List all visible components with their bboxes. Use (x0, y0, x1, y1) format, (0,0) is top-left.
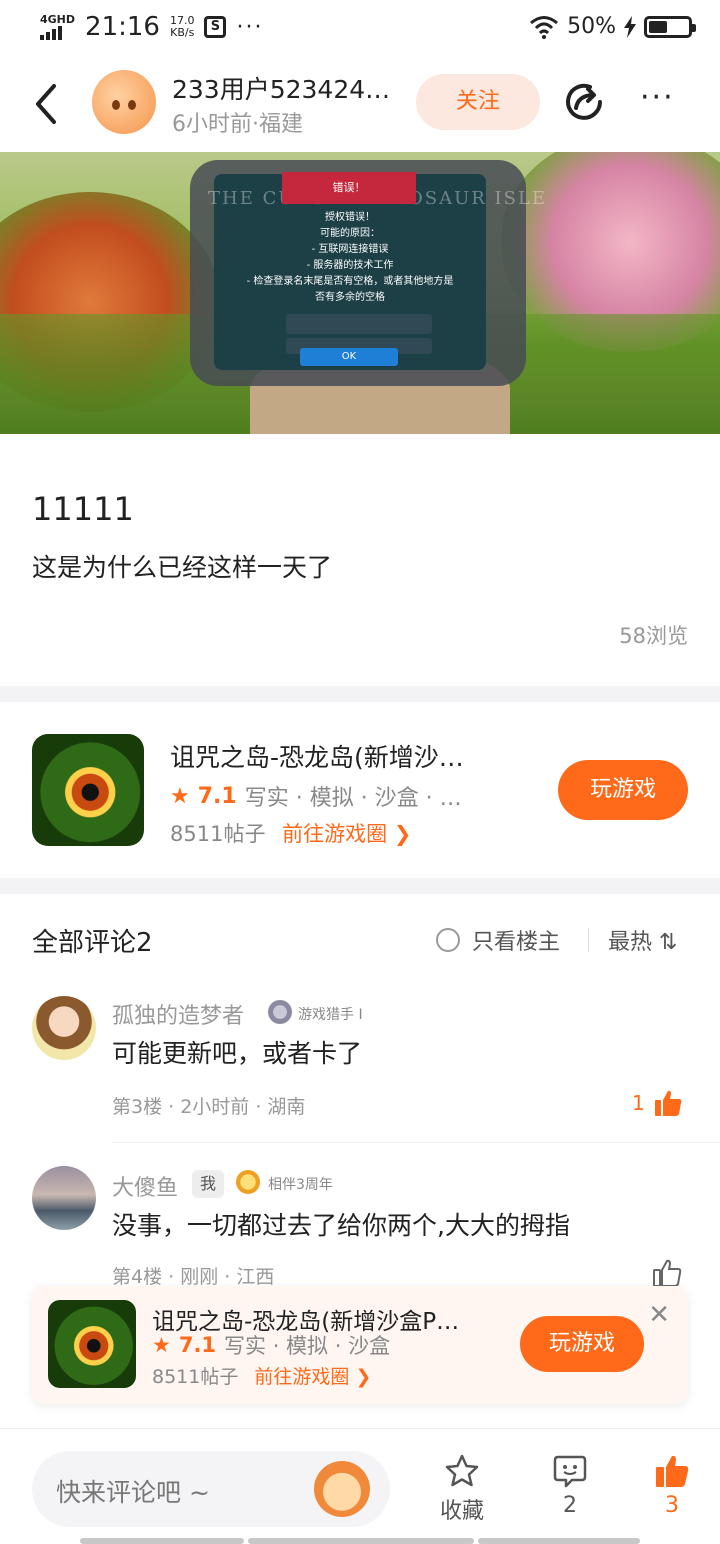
like-count: 3 (665, 1493, 679, 1518)
battery-percent: 50% (567, 14, 616, 39)
post-time-location: 6小时前·福建 (172, 112, 303, 137)
commenter-badge: 相伴3周年 (268, 1177, 333, 1193)
post-image[interactable]: THE CURSED DINOSAUR ISLE 错误！ 授权错误！ 可能的原因… (0, 152, 720, 434)
play-game-button[interactable]: 玩游戏 (520, 1316, 644, 1372)
game-posts-row: 8511帖子 前往游戏圈 ❯ (152, 1362, 371, 1389)
clock: 21:16 (85, 12, 160, 42)
error-dialog-message: 授权错误！ 可能的原因： - 互联网连接错误 - 服务器的技术工作 - 检查登录… (246, 212, 454, 303)
app-s-icon: S (204, 16, 227, 38)
comment-count-button[interactable]: 2 (530, 1453, 610, 1518)
game-icon[interactable] (48, 1300, 136, 1388)
network-speed: 17.0 KB/s (169, 14, 195, 39)
only-owner-toggle[interactable]: 只看楼主 (436, 924, 560, 956)
star-icon: ★ (152, 1333, 171, 1357)
network-type: 4GHD (40, 13, 76, 26)
top-nav: 233用户523424… 6小时前·福建 关注 ··· (0, 58, 720, 152)
me-tag: 我 (192, 1170, 224, 1198)
game-tags: 写实 · 模拟 · 沙盒 · … (244, 786, 462, 811)
signal-icon: 4GHD (40, 14, 75, 40)
star-icon: ★ (170, 783, 190, 809)
sort-selector[interactable]: 最热 ⇅ (608, 924, 677, 956)
comments-title: 全部评论2 (32, 928, 153, 958)
radio-icon[interactable] (436, 928, 460, 952)
thumbs-up-icon (654, 1090, 681, 1116)
anniversary-badge-icon (236, 1170, 260, 1194)
favorite-button[interactable]: 收藏 (422, 1453, 502, 1525)
post-title: 11111 (32, 490, 134, 528)
status-right: 50% (529, 14, 696, 39)
notification-dots: ··· (236, 14, 264, 40)
bottom-bar: 快来评论吧 ~ 收藏 2 3 (0, 1428, 720, 1544)
author-avatar[interactable] (92, 70, 156, 134)
game-posts-row: 8511帖子 前往游戏圈 ❯ (170, 818, 411, 848)
comment-like-button[interactable]: 1 (632, 1088, 683, 1118)
commenter-avatar[interactable] (32, 996, 96, 1060)
floating-game-card[interactable]: 诅咒之岛-恐龙岛(新增沙盒P… ★ 7.1 写实 · 模拟 · 沙盒 8511帖… (32, 1286, 688, 1404)
game-rating: 7.1 (178, 1333, 217, 1357)
status-bar: 4GHD 21:16 17.0 KB/s S ··· 50% (0, 0, 720, 58)
only-owner-label: 只看楼主 (472, 930, 561, 955)
wifi-icon (530, 15, 559, 39)
commenter-avatar[interactable] (32, 1166, 96, 1230)
home-indicator (80, 1538, 244, 1544)
home-indicator (478, 1538, 640, 1544)
game-post-count: 8511帖子 (152, 1366, 239, 1388)
post-body: 这是为什么已经这样一天了 (32, 553, 333, 582)
like-button[interactable]: 3 (632, 1453, 712, 1518)
section-divider (0, 686, 720, 702)
commenter-badge: 游戏猎手 I (298, 1007, 363, 1023)
game-meta: ★ 7.1 写实 · 模拟 · 沙盒 (152, 1330, 390, 1360)
game-circle-link[interactable]: 前往游戏圈 ❯ (282, 822, 411, 846)
comment-meta: 第4楼 · 刚刚 · 江西 (112, 1266, 275, 1288)
comment-text: 没事，一切都过去了给你两个,大大的拇指 (112, 1211, 570, 1240)
star-outline-icon (445, 1454, 479, 1487)
mascot-emoji-icon[interactable] (314, 1461, 370, 1517)
game-meta: ★ 7.1 写实 · 模拟 · 沙盒 · … (170, 780, 462, 812)
sort-separator (588, 928, 589, 952)
close-icon[interactable]: ✕ (648, 1300, 670, 1330)
comment-placeholder: 快来评论吧 ~ (56, 1478, 210, 1507)
status-left: 4GHD 21:16 17.0 KB/s S ··· (40, 12, 263, 42)
comment-meta: 第3楼 · 2小时前 · 湖南 (112, 1096, 306, 1118)
game-rating: 7.1 (197, 783, 237, 809)
section-divider (0, 878, 720, 894)
game-tags: 写实 · 模拟 · 沙盒 (224, 1334, 391, 1358)
play-game-button[interactable]: 玩游戏 (558, 760, 688, 820)
home-indicator (248, 1538, 474, 1544)
thumbs-up-icon (656, 1455, 689, 1487)
comment-text: 可能更新吧，或者卡了 (112, 1039, 363, 1068)
hunter-badge-icon (268, 1000, 292, 1024)
game-icon[interactable] (32, 734, 144, 846)
back-icon[interactable] (26, 80, 66, 128)
dialog-ok-button: OK (300, 348, 398, 366)
dialog-field (286, 314, 432, 334)
view-count: 58浏览 (619, 624, 688, 648)
game-circle-link[interactable]: 前往游戏圈 ❯ (254, 1366, 371, 1388)
comment-bubble-icon (553, 1455, 587, 1488)
battery-icon (644, 15, 696, 38)
favorite-label: 收藏 (439, 1499, 484, 1524)
share-icon[interactable] (562, 80, 606, 124)
thumbs-up-outline-icon (653, 1259, 682, 1287)
error-dialog-title: 错误！ (282, 172, 416, 204)
game-name[interactable]: 诅咒之岛-恐龙岛(新增沙… (170, 738, 510, 774)
comment-count: 2 (563, 1493, 577, 1518)
comment-like-count: 1 (632, 1091, 645, 1115)
comment-divider (112, 1142, 720, 1143)
follow-button[interactable]: 关注 (416, 74, 540, 130)
charging-icon (624, 15, 636, 38)
comment-like-button[interactable] (652, 1258, 682, 1288)
commenter-name[interactable]: 大傻鱼 (112, 1170, 178, 1202)
game-post-count: 8511帖子 (170, 822, 266, 846)
comment-input[interactable]: 快来评论吧 ~ (32, 1451, 390, 1527)
more-icon[interactable]: ··· (640, 83, 675, 113)
author-name[interactable]: 233用户523424… (172, 70, 412, 106)
commenter-name[interactable]: 孤独的造梦者 (112, 998, 244, 1030)
